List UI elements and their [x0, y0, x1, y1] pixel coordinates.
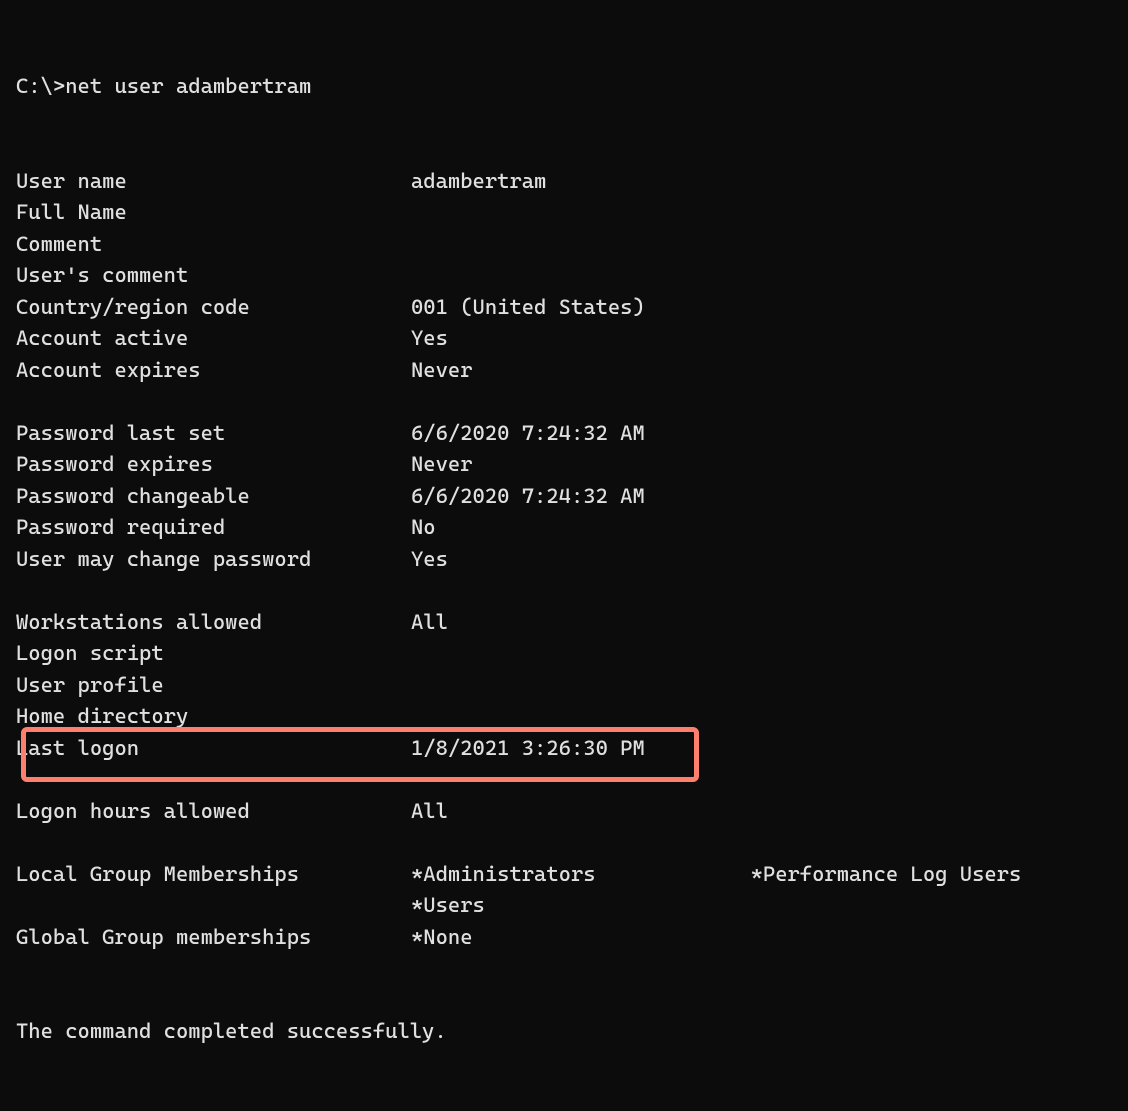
- output-label: Account expires: [16, 355, 411, 387]
- output-row: Logon hours allowedAll: [16, 796, 1112, 828]
- output-row: Full Name: [16, 197, 1112, 229]
- output-row: Account expiresNever: [16, 355, 1112, 387]
- output-row: [16, 764, 1112, 796]
- output-row: Password requiredNo: [16, 512, 1112, 544]
- output-value: Never: [411, 449, 473, 481]
- output-label: Account active: [16, 323, 411, 355]
- output-value-secondary: *Performance Log Users: [596, 859, 1022, 891]
- output-row: [16, 827, 1112, 859]
- output-row: Logon script: [16, 638, 1112, 670]
- output-value: 6/6/2020 7:24:32 AM: [411, 481, 645, 513]
- output-label: Country/region code: [16, 292, 411, 324]
- output-value: *None: [411, 922, 473, 954]
- command-prompt-line: C:\>net user adambertram: [16, 71, 1112, 103]
- output-value: 6/6/2020 7:24:32 AM: [411, 418, 645, 450]
- command-text: net user adambertram: [65, 71, 311, 103]
- output-value: *Administrators: [411, 859, 596, 891]
- prompt-text: C:\>: [16, 71, 65, 103]
- terminal-window[interactable]: C:\>net user adambertram User nameadambe…: [16, 8, 1112, 1111]
- output-row: Password expiresNever: [16, 449, 1112, 481]
- output-row: User may change passwordYes: [16, 544, 1112, 576]
- output-row: Account activeYes: [16, 323, 1112, 355]
- output-row: Comment: [16, 229, 1112, 261]
- output-label: Comment: [16, 229, 411, 261]
- output-label: Last logon: [16, 733, 411, 765]
- output-label: Password changeable: [16, 481, 411, 513]
- output-value: All: [411, 607, 448, 639]
- output-label: Logon hours allowed: [16, 796, 411, 828]
- output-row: Workstations allowedAll: [16, 607, 1112, 639]
- output-value: Yes: [411, 323, 448, 355]
- output-label: Full Name: [16, 197, 411, 229]
- output-row: Password changeable6/6/2020 7:24:32 AM: [16, 481, 1112, 513]
- output-value: Never: [411, 355, 473, 387]
- output-row: *Users: [16, 890, 1112, 922]
- output-label: Password expires: [16, 449, 411, 481]
- output-value: All: [411, 796, 448, 828]
- output-row: Last logon1/8/2021 3:26:30 PM: [16, 733, 1112, 765]
- output-row: User profile: [16, 670, 1112, 702]
- output-label: User's comment: [16, 260, 411, 292]
- output-label: Password required: [16, 512, 411, 544]
- output-row: Global Group memberships*None: [16, 922, 1112, 954]
- output-label: User name: [16, 166, 411, 198]
- output-row: User's comment: [16, 260, 1112, 292]
- output-value: Yes: [411, 544, 448, 576]
- output-label: User profile: [16, 670, 411, 702]
- output-row: [16, 386, 1112, 418]
- output-label: Home directory: [16, 701, 411, 733]
- output-row: [16, 575, 1112, 607]
- output-label: Workstations allowed: [16, 607, 411, 639]
- output-label: Local Group Memberships: [16, 859, 411, 891]
- output-label: Password last set: [16, 418, 411, 450]
- output-value: *Users: [411, 890, 485, 922]
- output-value: adambertram: [411, 166, 546, 198]
- output-row: User nameadambertram: [16, 166, 1112, 198]
- output-label: User may change password: [16, 544, 411, 576]
- output-value: 1/8/2021 3:26:30 PM: [411, 733, 645, 765]
- output-label: Global Group memberships: [16, 922, 411, 954]
- output-row: Country/region code001 (United States): [16, 292, 1112, 324]
- output-label: Logon script: [16, 638, 411, 670]
- output-row: Home directory: [16, 701, 1112, 733]
- output-value: 001 (United States): [411, 292, 645, 324]
- output-row: Local Group Memberships*Administrators*P…: [16, 859, 1112, 891]
- output-row: Password last set6/6/2020 7:24:32 AM: [16, 418, 1112, 450]
- output-value: No: [411, 512, 436, 544]
- completion-message: The command completed successfully.: [16, 1016, 1112, 1048]
